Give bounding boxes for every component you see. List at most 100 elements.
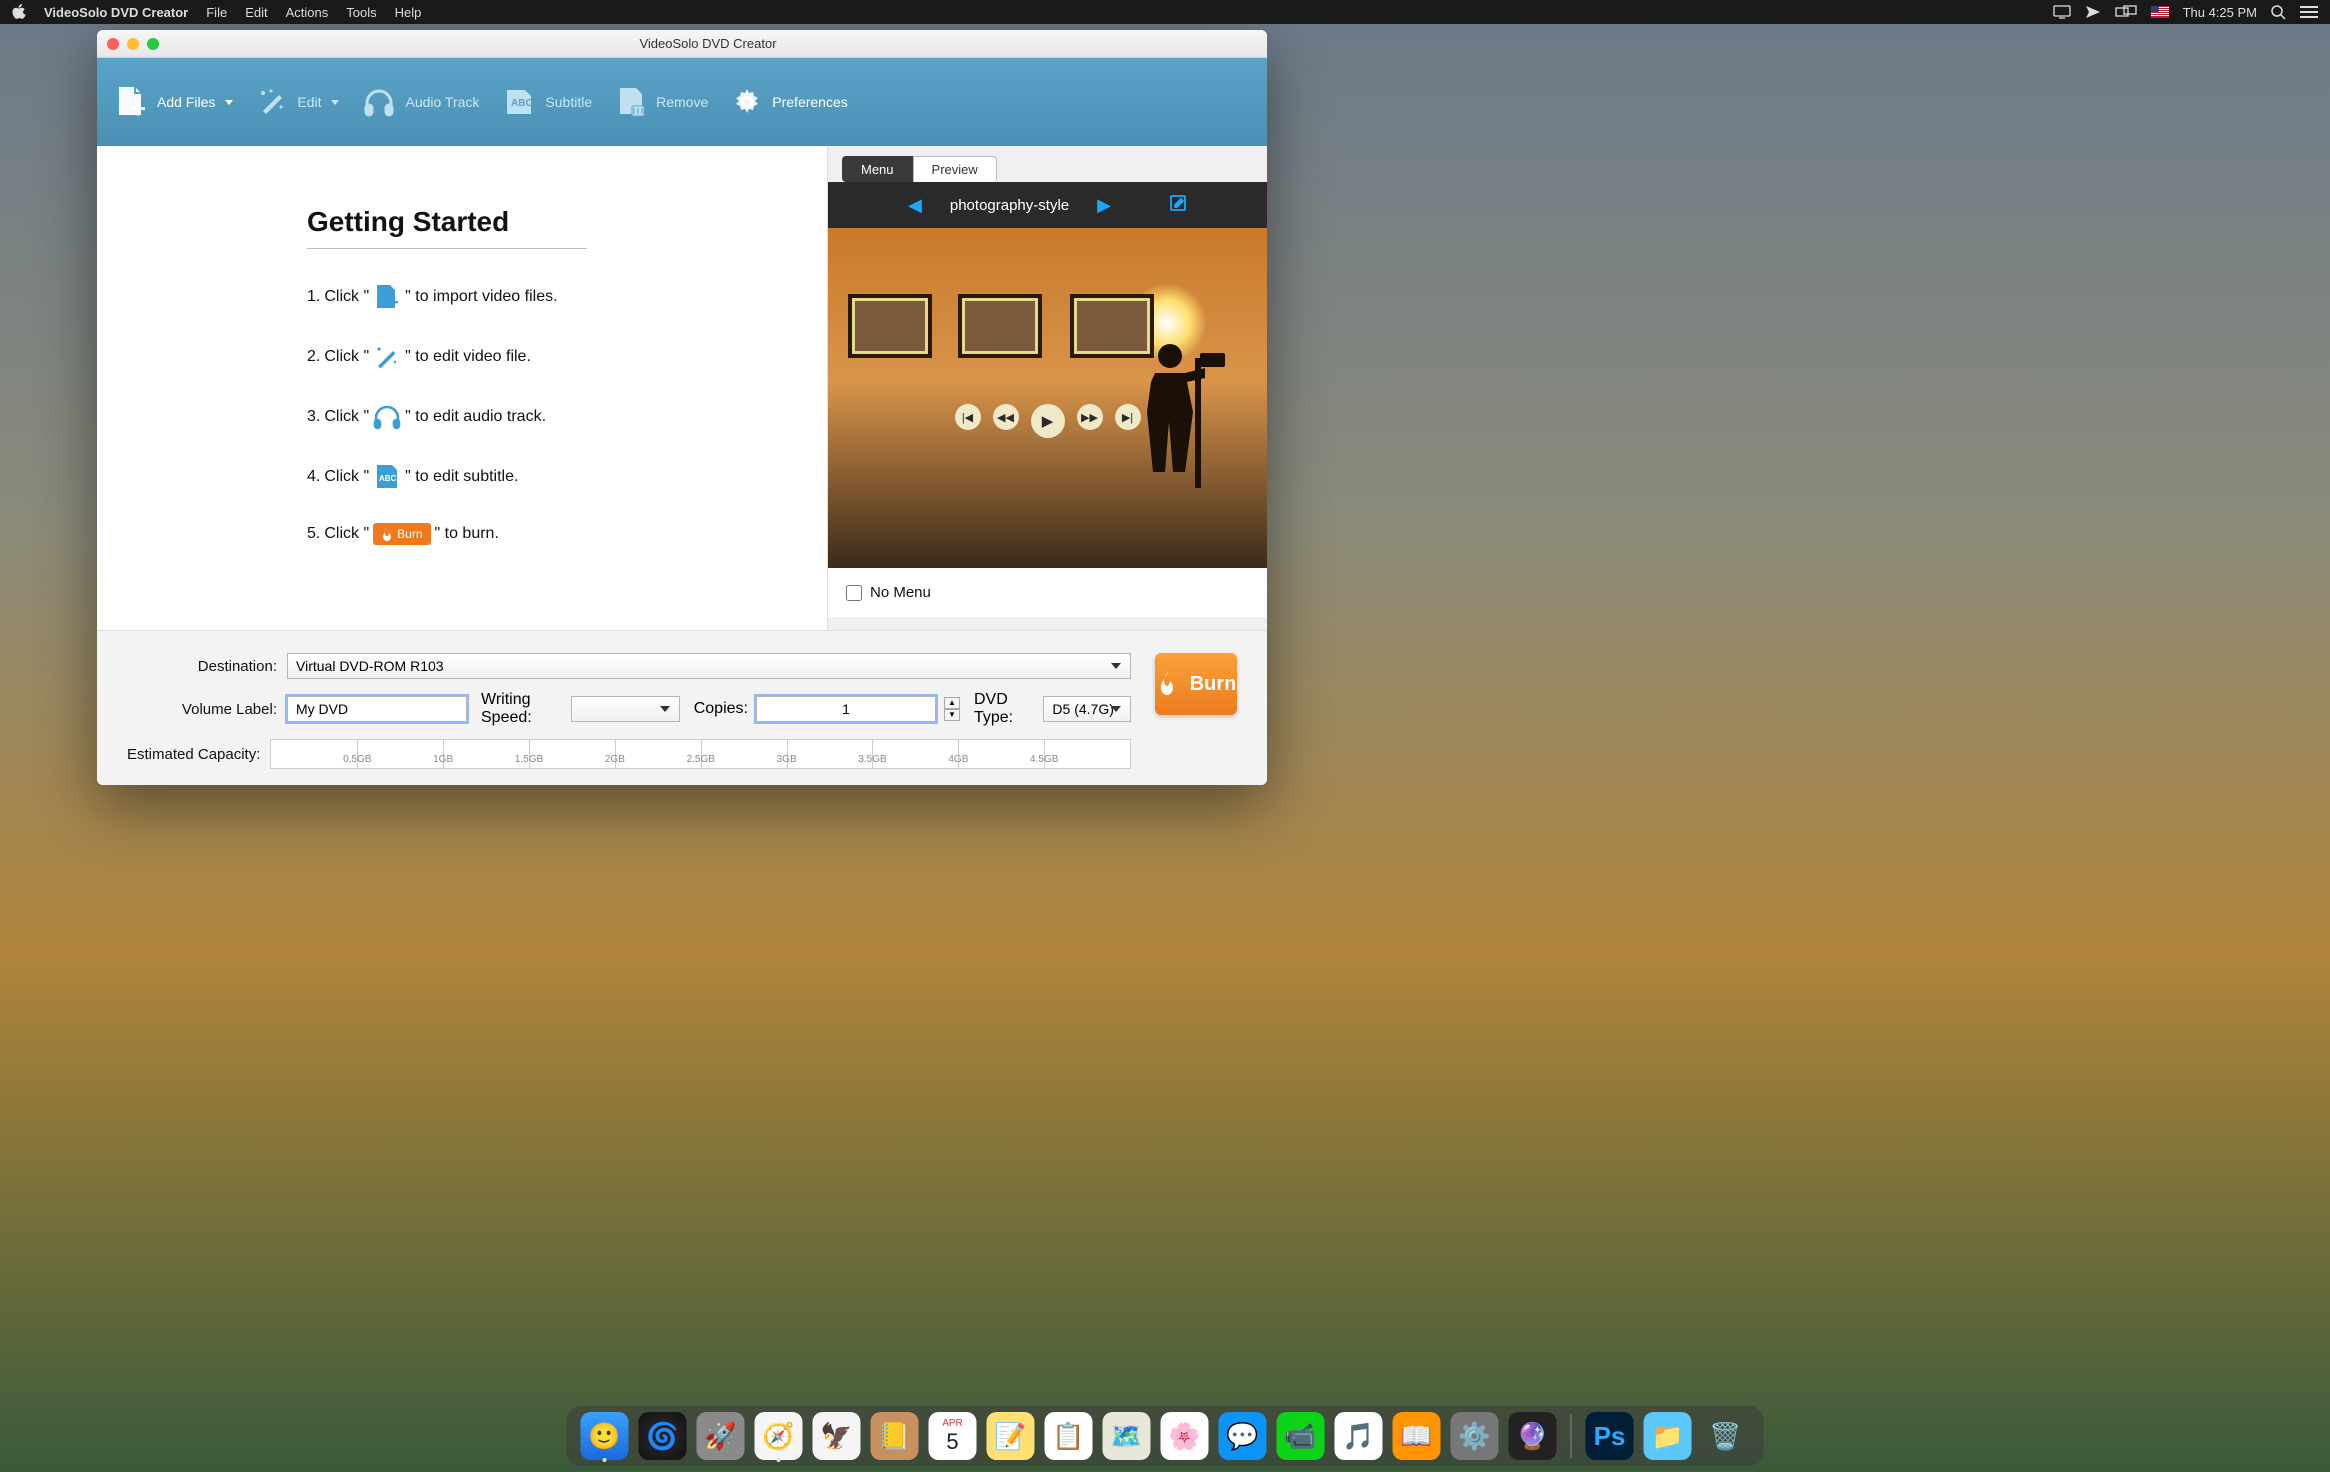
step-pre: Click " (324, 348, 369, 366)
dropdown-caret-icon (225, 100, 233, 105)
toolbar-add-files[interactable]: Add Files (115, 85, 233, 119)
step-post: " to burn. (435, 525, 499, 543)
toolbar-audio-track[interactable]: Audio Track (363, 87, 479, 117)
menubar-file[interactable]: File (206, 5, 227, 20)
capacity-tick-label: 4GB (948, 754, 968, 765)
window-zoom-button[interactable] (147, 38, 159, 50)
screens-icon[interactable] (2115, 5, 2137, 19)
preview-forward-button[interactable]: ▶▶ (1077, 404, 1103, 430)
capacity-bar: 0.5GB1GB1.5GB2GB2.5GB3GB3.5GB4GB4.5GB (270, 739, 1131, 769)
dock-safari[interactable]: 🧭 (755, 1412, 803, 1460)
step-number: 5. (307, 525, 320, 543)
flame-icon (381, 527, 393, 541)
dock-contacts[interactable]: 📒 (871, 1412, 919, 1460)
apple-icon[interactable] (12, 4, 26, 20)
edit-style-button[interactable] (1169, 194, 1187, 217)
menu-list-icon[interactable] (2300, 6, 2318, 19)
next-style-button[interactable]: ▶ (1097, 195, 1111, 216)
dock-finder[interactable]: 🙂 (581, 1412, 629, 1460)
tab-preview[interactable]: Preview (913, 156, 997, 182)
toolbar-remove-label: Remove (656, 94, 708, 110)
toolbar-remove[interactable]: Remove (616, 86, 708, 118)
preview-first-button[interactable]: |◀ (955, 404, 981, 430)
dock-mail[interactable]: 🦅 (813, 1412, 861, 1460)
dock-notes[interactable]: 📝 (987, 1412, 1035, 1460)
dropdown-caret-icon (331, 100, 339, 105)
burn-chip: Burn (373, 523, 430, 545)
no-menu-checkbox[interactable] (846, 585, 862, 601)
menu-preview-tabs: Menu Preview (828, 146, 1267, 182)
dock-messages[interactable]: 💬 (1219, 1412, 1267, 1460)
dock-folder[interactable]: 📁 (1644, 1412, 1692, 1460)
menubar-help[interactable]: Help (395, 5, 422, 20)
menu-style-header: ◀ photography-style ▶ (828, 182, 1267, 228)
dock-trash[interactable]: 🗑️ (1702, 1412, 1750, 1460)
dock-launchpad[interactable]: 🚀 (697, 1412, 745, 1460)
menubar-tools[interactable]: Tools (346, 5, 376, 20)
capacity-tick-label: 0.5GB (343, 754, 371, 765)
flame-icon (1156, 671, 1178, 697)
dock-facetime[interactable]: 📹 (1277, 1412, 1325, 1460)
burn-chip-label: Burn (397, 527, 422, 541)
writing-speed-label: Writing Speed: (481, 691, 563, 727)
capacity-tick-label: 3GB (777, 754, 797, 765)
svg-text:ABC: ABC (511, 98, 533, 109)
subtitle-icon: ABC (373, 463, 401, 491)
writing-speed-select[interactable] (571, 696, 680, 722)
svg-text:ABC: ABC (379, 474, 397, 483)
toolbar-edit[interactable]: Edit (257, 87, 339, 117)
menubar-clock[interactable]: Thu 4:25 PM (2183, 5, 2257, 20)
dock-maps[interactable]: 🗺️ (1103, 1412, 1151, 1460)
menubar-app-name[interactable]: VideoSolo DVD Creator (44, 5, 188, 20)
display-icon[interactable] (2053, 5, 2071, 19)
cal-mon: APR (942, 1418, 963, 1429)
step-1: 1. Click " " to import video files. (307, 283, 787, 311)
toolbar-preferences[interactable]: Preferences (732, 87, 847, 117)
arrow-icon[interactable] (2085, 5, 2101, 19)
getting-started-heading: Getting Started (307, 206, 787, 238)
menubar-actions[interactable]: Actions (286, 5, 329, 20)
volume-label-label: Volume Label: (127, 701, 277, 718)
destination-select[interactable]: Virtual DVD-ROM R103 (287, 653, 1131, 679)
dock-photos[interactable]: 🌸 (1161, 1412, 1209, 1460)
menu-frame-1 (848, 294, 932, 358)
toolbar-add-files-label: Add Files (157, 94, 215, 110)
spotlight-icon[interactable] (2271, 5, 2286, 20)
flag-us-icon[interactable] (2151, 6, 2169, 18)
ps-label: Ps (1594, 1421, 1626, 1452)
preview-rewind-button[interactable]: ◀◀ (993, 404, 1019, 430)
dvd-type-select[interactable]: D5 (4.7G) (1043, 696, 1131, 722)
copies-label: Copies: (694, 700, 748, 718)
step-number: 4. (307, 468, 320, 486)
dock-ibooks[interactable]: 📖 (1393, 1412, 1441, 1460)
capacity-tick-label: 1.5GB (515, 754, 543, 765)
step-3: 3. Click " " to edit audio track. (307, 403, 787, 431)
burn-button[interactable]: Burn (1155, 653, 1237, 715)
window-close-button[interactable] (107, 38, 119, 50)
step-pre: Click " (324, 468, 369, 486)
step-number: 2. (307, 348, 320, 366)
copies-input[interactable] (756, 696, 936, 722)
macos-dock: 🙂 🌀 🚀 🧭 🦅 📒 APR5 📝 📋 🗺️ 🌸 💬 📹 🎵 📖 ⚙️ 🔮 P… (567, 1406, 1764, 1466)
dock-calendar[interactable]: APR5 (929, 1412, 977, 1460)
add-files-icon (115, 85, 147, 119)
dock-reminders[interactable]: 📋 (1045, 1412, 1093, 1460)
step-pre: Click " (324, 288, 369, 306)
toolbar-subtitle[interactable]: ABC Subtitle (503, 86, 592, 118)
dvd-type-label: DVD Type: (974, 691, 1035, 727)
dock-siri[interactable]: 🌀 (639, 1412, 687, 1460)
dock-sysprefs[interactable]: ⚙️ (1451, 1412, 1499, 1460)
toolbar-audio-label: Audio Track (405, 94, 479, 110)
toolbar-subtitle-label: Subtitle (545, 94, 592, 110)
prev-style-button[interactable]: ◀ (908, 195, 922, 216)
tab-menu[interactable]: Menu (842, 156, 913, 182)
dock-itunes[interactable]: 🎵 (1335, 1412, 1383, 1460)
copies-stepper[interactable]: ▲▼ (944, 697, 960, 721)
preview-play-button[interactable]: ▶ (1031, 404, 1065, 438)
preview-last-button[interactable]: ▶| (1115, 404, 1141, 430)
menubar-edit[interactable]: Edit (245, 5, 267, 20)
dock-app[interactable]: 🔮 (1509, 1412, 1557, 1460)
window-minimize-button[interactable] (127, 38, 139, 50)
dock-photoshop[interactable]: Ps (1586, 1412, 1634, 1460)
volume-label-input[interactable] (287, 696, 467, 722)
